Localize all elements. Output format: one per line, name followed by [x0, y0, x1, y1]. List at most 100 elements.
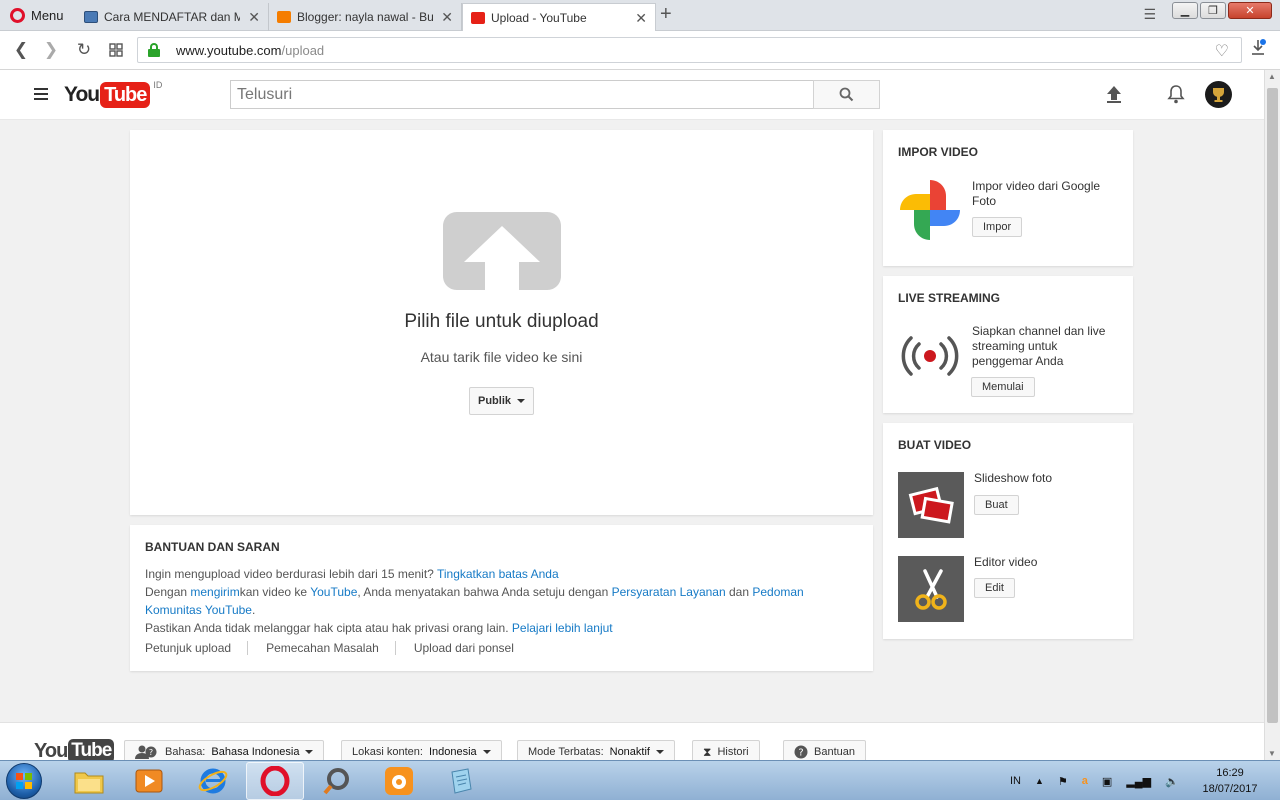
- photo-slideshow-icon: [898, 472, 964, 538]
- svg-text:?: ?: [149, 748, 153, 757]
- help-line-2-text-c: , Anda menyatakan bahwa Anda setuju deng…: [357, 585, 612, 599]
- chevron-down-icon: [517, 399, 525, 403]
- bookmark-heart-icon[interactable]: ♡: [1215, 41, 1229, 61]
- help-label: Bantuan: [814, 746, 855, 758]
- input-language[interactable]: IN: [1010, 775, 1021, 787]
- upload-title: Pilih file untuk diupload: [404, 311, 599, 332]
- submit-link[interactable]: mengirim: [190, 585, 239, 599]
- tab-menu-icon[interactable]: ☰: [1143, 6, 1156, 23]
- svg-text:?: ?: [798, 748, 803, 759]
- search-icon: [839, 87, 854, 102]
- upload-subtitle: Atau tarik file video ke sini: [420, 349, 583, 365]
- speed-dial-icon[interactable]: [105, 39, 127, 61]
- start-live-button[interactable]: Memulai: [971, 377, 1035, 397]
- windows-start-icon[interactable]: [6, 763, 42, 799]
- action-center-flag-icon[interactable]: ⚑: [1058, 775, 1068, 788]
- location-value: Indonesia: [428, 746, 477, 758]
- chevron-down-icon: [655, 750, 664, 754]
- browser-tab-1-label: Cara MENDAFTAR dan ME: [104, 10, 241, 24]
- avast-icon[interactable]: a: [1082, 775, 1088, 787]
- slideshow-label: Slideshow foto: [974, 471, 1053, 485]
- help-line-3-text: Pastikan Anda tidak melanggar hak cipta …: [145, 621, 512, 635]
- upload-instructions-link[interactable]: Petunjuk upload: [145, 641, 249, 655]
- browser-tab-1[interactable]: Cara MENDAFTAR dan ME ✕: [76, 3, 269, 31]
- internet-explorer-icon[interactable]: [184, 762, 242, 800]
- windows-taskbar: IN ▲ ⚑ a ▣ ▂▄▆ 🔈 16:29 18/07/2017: [0, 760, 1280, 800]
- opera-menu-button[interactable]: Menu: [0, 0, 75, 31]
- edit-video-button[interactable]: Edit: [974, 578, 1015, 598]
- chevron-down-icon: [305, 750, 314, 754]
- scroll-up-icon[interactable]: ▲: [1268, 72, 1276, 81]
- show-hidden-icons-icon[interactable]: ▲: [1035, 776, 1044, 786]
- forward-icon[interactable]: ❯: [40, 39, 62, 61]
- file-explorer-icon[interactable]: [60, 762, 118, 800]
- import-text: Impor video dari Google Foto: [972, 179, 1101, 208]
- upload-dropzone-card[interactable]: Pilih file untuk diupload Atau tarik fil…: [130, 130, 873, 515]
- notifications-bell-icon[interactable]: [1165, 83, 1187, 105]
- url-field[interactable]: www.youtube.com/upload ♡: [137, 37, 1242, 63]
- scrollbar-thumb[interactable]: [1267, 88, 1278, 723]
- language-label: Bahasa:: [165, 746, 206, 758]
- create-slideshow-button[interactable]: Buat: [974, 495, 1019, 515]
- upload-icon[interactable]: [1103, 83, 1125, 105]
- privacy-label: Publik: [477, 395, 511, 407]
- upload-arrow-icon[interactable]: [443, 212, 561, 293]
- page-scrollbar[interactable]: ▲ ▼: [1264, 70, 1280, 760]
- restricted-label: Mode Terbatas:: [528, 746, 604, 758]
- download-icon[interactable]: [1250, 39, 1266, 62]
- language-value: Bahasa Indonesia: [211, 746, 300, 758]
- notes-app-icon[interactable]: [432, 762, 490, 800]
- terms-of-service-link[interactable]: Persyaratan Layanan: [612, 585, 726, 599]
- logo-tube-text: Tube: [100, 82, 151, 108]
- browser-tab-strip: Menu Cara MENDAFTAR dan ME ✕ Blogger: na…: [0, 0, 1280, 32]
- youtube-logo[interactable]: You Tube ID: [64, 80, 162, 108]
- youtube-link[interactable]: YouTube: [310, 585, 357, 599]
- live-broadcast-icon: [900, 334, 960, 381]
- uc-browser-icon[interactable]: [370, 762, 428, 800]
- search-button[interactable]: [813, 80, 880, 109]
- google-photos-icon: [898, 178, 962, 245]
- media-player-icon[interactable]: [120, 762, 178, 800]
- mobile-upload-link[interactable]: Upload dari ponsel: [414, 641, 530, 655]
- minimize-icon[interactable]: ▁: [1172, 2, 1198, 19]
- help-suggestions-card: BANTUAN DAN SARAN Ingin mengupload video…: [130, 525, 873, 671]
- clock-time: 16:29: [1216, 767, 1244, 779]
- increase-limit-link[interactable]: Tingkatkan batas Anda: [437, 567, 559, 581]
- import-button[interactable]: Impor: [972, 217, 1023, 237]
- clock-date: 18/07/2017: [1202, 783, 1258, 795]
- troubleshooting-link[interactable]: Pemecahan Masalah: [266, 641, 396, 655]
- search-input[interactable]: [230, 80, 814, 109]
- close-tab-3-icon[interactable]: ✕: [635, 10, 647, 27]
- system-clock[interactable]: 16:29 18/07/2017: [1190, 765, 1270, 797]
- create-title: BUAT VIDEO: [898, 438, 972, 452]
- hourglass-icon: ⧗: [703, 744, 712, 759]
- reload-icon[interactable]: ↻: [73, 39, 95, 61]
- device-icon[interactable]: ▣: [1102, 775, 1112, 788]
- maximize-icon[interactable]: ❐: [1200, 2, 1226, 19]
- new-tab-button[interactable]: +: [660, 3, 672, 26]
- search-tool-icon[interactable]: [308, 762, 366, 800]
- scroll-down-icon[interactable]: ▼: [1268, 749, 1276, 758]
- help-line-2: Dengan mengirimkan video ke YouTube, And…: [145, 583, 860, 619]
- guide-menu-icon[interactable]: [34, 88, 48, 100]
- url-path: /upload: [281, 42, 325, 58]
- secure-lock-icon: [148, 43, 160, 57]
- privacy-dropdown[interactable]: Publik: [469, 387, 534, 415]
- browser-tab-2[interactable]: Blogger: nayla nawal - Bua ✕: [269, 3, 462, 31]
- volume-icon[interactable]: 🔈: [1165, 775, 1179, 788]
- import-video-card: IMPOR VIDEO Impor video dari Google Foto…: [883, 130, 1133, 266]
- address-bar: ❮ ❯ ↻ www.youtube.com/upload ♡: [0, 31, 1280, 70]
- learn-more-link[interactable]: Pelajari lebih lanjut: [512, 621, 613, 635]
- account-avatar[interactable]: [1205, 81, 1232, 108]
- network-signal-icon[interactable]: ▂▄▆: [1126, 775, 1151, 788]
- close-window-icon[interactable]: ✕: [1228, 2, 1272, 19]
- help-line-1-text: Ingin mengupload video berdurasi lebih d…: [145, 567, 437, 581]
- browser-tab-3[interactable]: Upload - YouTube ✕: [462, 3, 656, 32]
- back-icon[interactable]: ❮: [10, 39, 32, 61]
- close-tab-1-icon[interactable]: ✕: [248, 9, 260, 26]
- browser-tab-2-label: Blogger: nayla nawal - Bua: [297, 10, 434, 24]
- presentation-favicon-icon: [84, 11, 98, 23]
- close-tab-2-icon[interactable]: ✕: [441, 9, 453, 26]
- opera-taskbar-icon[interactable]: [246, 762, 304, 800]
- help-line-2-text-e: .: [251, 603, 256, 617]
